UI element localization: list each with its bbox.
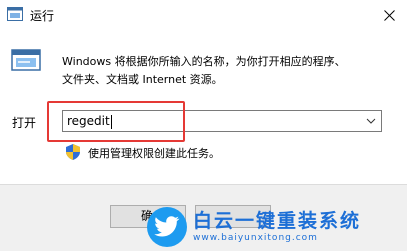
watermark-text: 白云一键重装系统 www.baiyunxitong.com xyxy=(193,210,361,244)
title-bar: 运行 xyxy=(0,0,407,30)
run-program-icon xyxy=(11,49,41,71)
dropdown-button[interactable] xyxy=(363,113,379,129)
open-label: 打开 xyxy=(12,116,37,130)
close-icon xyxy=(384,9,395,21)
description-line-2: 文件夹、文档或 Internet 资源。 xyxy=(62,73,223,86)
run-description: Windows 将根据你所输入的名称，为你打开相应的程序、 文件夹、文档或 In… xyxy=(62,53,396,89)
watermark-logo xyxy=(147,207,187,247)
admin-note: 使用管理权限创建此任务。 xyxy=(88,147,220,160)
uac-shield-icon xyxy=(66,144,80,160)
watermark-url: www.baiyunxitong.com xyxy=(193,233,318,243)
chevron-down-icon xyxy=(366,118,376,124)
description-line-1: Windows 将根据你所输入的名称，为你打开相应的程序、 xyxy=(62,55,346,68)
watermark-brand: 白云一键重装系统 xyxy=(193,210,362,232)
watermark: 白云一键重装系统 www.baiyunxitong.com xyxy=(147,205,405,249)
close-button[interactable] xyxy=(372,0,407,30)
run-dialog: 运行 Windows 将根据你所输入的名称，为你打开相应的程序、 文件夹、文档或… xyxy=(0,0,407,251)
run-icon xyxy=(7,7,23,21)
highlight-annotation xyxy=(47,101,185,142)
bird-icon xyxy=(154,216,180,237)
window-title: 运行 xyxy=(30,9,55,23)
